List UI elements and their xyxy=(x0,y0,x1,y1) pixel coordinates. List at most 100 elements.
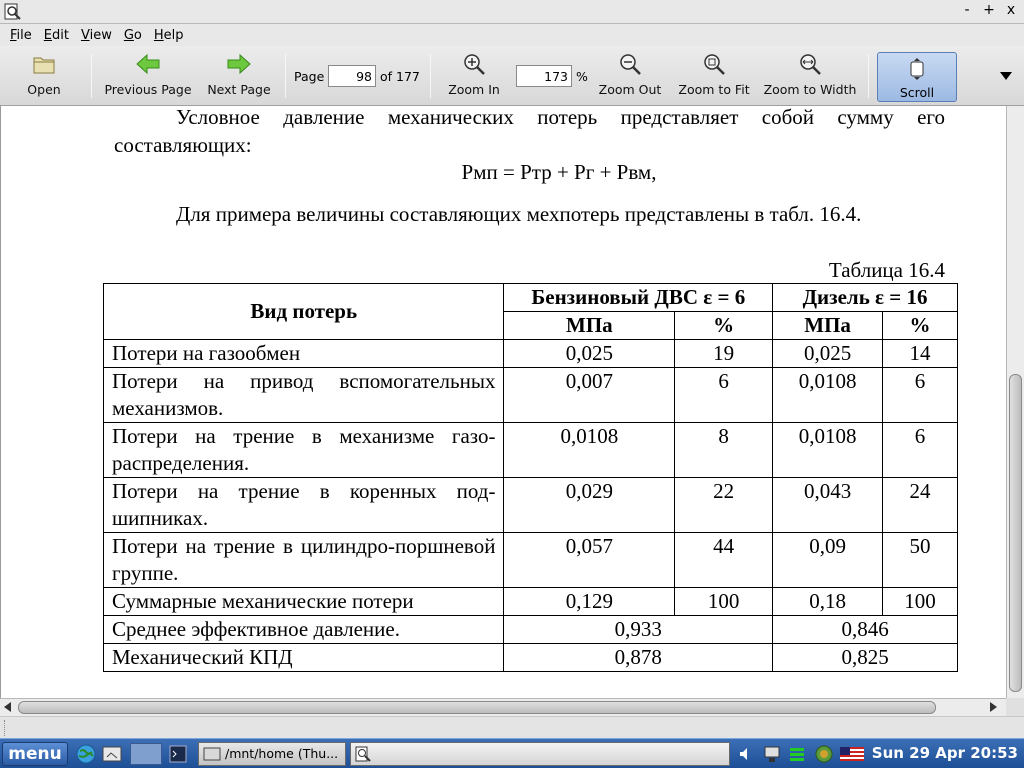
table-header-row: Вид потерь Бензиновый ДВС ε = 6 Дизель ε… xyxy=(102,283,958,340)
paragraph-example: Для примера величины составляющих мехпот… xyxy=(176,202,862,226)
header-petrol-engine: Бензиновый ДВС ε = 6 xyxy=(503,283,774,312)
petrol-mpa: 0,029 xyxy=(503,477,676,533)
network-icon[interactable] xyxy=(762,744,782,764)
table-row: Потери на трение в механизме газо-распре… xyxy=(102,422,958,478)
menu-bar: File Edit View Go Help xyxy=(0,24,1024,46)
scroll-right-arrow-icon[interactable] xyxy=(990,702,997,712)
toolbar-separator xyxy=(285,54,286,98)
diesel-mpa: 0,043 xyxy=(772,477,884,533)
globe-icon[interactable] xyxy=(76,744,96,764)
zoom-width-icon xyxy=(800,54,821,75)
horizontal-scrollbar[interactable] xyxy=(0,698,1006,716)
toolbar: Open Previous Page Next Page Page of 177… xyxy=(0,46,1024,106)
terminal-icon[interactable] xyxy=(168,744,188,764)
scroll-mode-button[interactable]: Scroll xyxy=(877,52,957,102)
taskbar-item-viewer[interactable] xyxy=(350,742,730,766)
title-bar: - + x xyxy=(0,0,1024,24)
table-row: Механический КПД 0,878 0,825 xyxy=(102,643,958,672)
zoom-out-icon xyxy=(620,54,641,75)
previous-page-button[interactable]: Previous Page xyxy=(100,50,196,102)
zoom-to-fit-button[interactable]: Zoom to Fit xyxy=(676,50,752,102)
scrollbar-corner xyxy=(1006,698,1024,716)
table-row: Потери на трение в цилиндро-поршневой гр… xyxy=(102,532,958,588)
open-folder-icon xyxy=(33,57,55,74)
scroll-left-arrow-icon[interactable] xyxy=(4,702,11,712)
battery-icon[interactable] xyxy=(788,744,808,764)
menu-go[interactable]: Go xyxy=(118,28,148,43)
diesel-percent: 14 xyxy=(882,339,958,368)
clock[interactable]: Sun 29 Apr 20:53 xyxy=(872,744,1018,762)
page-label: Page xyxy=(294,69,325,84)
diesel-percent: 6 xyxy=(882,367,958,423)
vertical-scrollbar[interactable] xyxy=(1006,106,1024,698)
keyboard-layout-flag-icon[interactable] xyxy=(840,744,864,764)
vertical-scroll-thumb[interactable] xyxy=(1009,374,1022,692)
zoom-in-icon xyxy=(464,54,485,75)
petrol-mpa: 0,129 xyxy=(503,587,676,616)
diesel-percent: 6 xyxy=(882,422,958,478)
document-viewport[interactable]: Условное давление механических потерь пр… xyxy=(0,106,1006,698)
previous-page-label: Previous Page xyxy=(104,82,192,97)
zoom-in-button[interactable]: Zoom In xyxy=(442,50,506,102)
horizontal-scroll-thumb[interactable] xyxy=(18,701,936,714)
next-page-label: Next Page xyxy=(207,82,271,97)
menu-help[interactable]: Help xyxy=(148,28,190,43)
row-name: Потери на привод вспомогательных механиз… xyxy=(102,367,505,423)
header-diesel-engine: Дизель ε = 16 xyxy=(772,283,958,312)
row-name: Суммарные механические потери xyxy=(102,587,505,616)
menu-file[interactable]: File xyxy=(4,28,38,43)
zoom-level-input[interactable] xyxy=(516,65,572,87)
diesel-percent: 50 xyxy=(882,532,958,588)
minimize-button[interactable]: - xyxy=(960,2,974,18)
table-row: Суммарные механические потери 0,129 100 … xyxy=(102,587,958,616)
folder-icon xyxy=(203,747,221,761)
zoom-fit-icon xyxy=(704,54,725,75)
row-name: Механический КПД xyxy=(102,643,505,672)
status-grip xyxy=(4,720,7,736)
petrol-percent: 44 xyxy=(674,532,774,588)
start-menu-button[interactable]: menu xyxy=(2,742,68,766)
open-label: Open xyxy=(27,82,61,97)
close-button[interactable]: x xyxy=(1004,2,1018,18)
zoom-to-width-button[interactable]: Zoom to Width xyxy=(760,50,860,102)
toolbar-separator xyxy=(91,54,92,98)
formula: Рмп = Ртр + Рг + Рвм, xyxy=(461,160,657,184)
table-row: Потери на привод вспомогательных механиз… xyxy=(102,367,958,423)
zoom-out-button[interactable]: Zoom Out xyxy=(596,50,664,102)
update-icon[interactable] xyxy=(814,744,834,764)
row-name: Потери на трение в цилиндро-поршневой гр… xyxy=(102,532,505,588)
zoom-to-fit-label: Zoom to Fit xyxy=(678,82,750,97)
paragraph-intro: Условное давление механических потерь пр… xyxy=(114,106,945,157)
toolbar-overflow-arrow-icon[interactable] xyxy=(1000,72,1012,80)
toolbar-separator xyxy=(868,54,869,98)
toolbar-separator xyxy=(430,54,431,98)
row-name: Потери на трение в механизме газо-распре… xyxy=(102,422,505,478)
table-row: Потери на газообмен 0,025 19 0,025 14 xyxy=(102,339,958,368)
diesel-mpa: 0,18 xyxy=(772,587,884,616)
petrol-percent: 19 xyxy=(674,339,774,368)
next-page-button[interactable]: Next Page xyxy=(204,50,274,102)
row-name: Потери на трение в коренных под-шипниках… xyxy=(102,477,505,533)
row-name: Среднее эффективное давление. xyxy=(102,615,505,644)
petrol-value: 0,878 xyxy=(503,643,774,672)
diesel-mpa: 0,0108 xyxy=(772,367,884,423)
unit-mpa: МПа xyxy=(772,311,884,340)
unit-mpa: МПа xyxy=(503,311,676,340)
diesel-percent: 24 xyxy=(882,477,958,533)
maximize-button[interactable]: + xyxy=(982,2,996,18)
window-controls: - + x xyxy=(960,2,1018,18)
arrow-right-icon xyxy=(227,53,251,75)
menu-view[interactable]: View xyxy=(75,28,118,43)
diesel-mpa: 0,025 xyxy=(772,339,884,368)
taskbar-item-file-manager[interactable]: /mnt/home (Thu... xyxy=(198,742,346,766)
menu-edit[interactable]: Edit xyxy=(38,28,75,43)
magnifier-app-icon xyxy=(4,3,21,20)
diesel-percent: 100 xyxy=(882,587,958,616)
page-number-input[interactable] xyxy=(328,65,376,87)
volume-icon[interactable] xyxy=(738,744,752,764)
petrol-mpa: 0,057 xyxy=(503,532,676,588)
petrol-mpa: 0,0108 xyxy=(503,422,676,478)
file-manager-icon[interactable] xyxy=(102,744,122,764)
workspace-switcher[interactable] xyxy=(130,743,162,765)
open-button[interactable]: Open xyxy=(14,50,74,102)
